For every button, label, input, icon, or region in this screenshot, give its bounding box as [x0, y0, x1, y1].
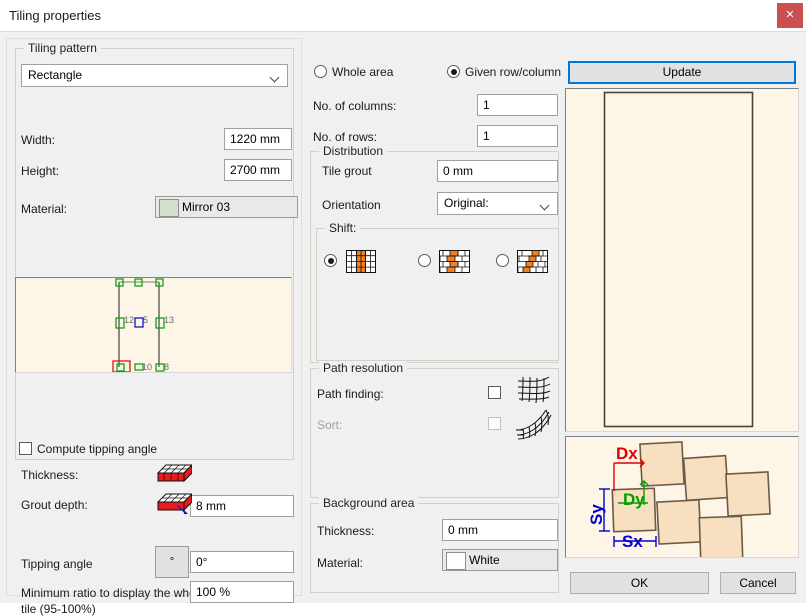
grout-depth-label: Grout depth: [21, 498, 88, 512]
title-bar: Tiling properties ✕ [0, 0, 806, 32]
sort-label: Sort: [317, 418, 343, 432]
tiling-pattern-select[interactable]: Rectangle [21, 64, 288, 87]
given-row-column-radio[interactable] [447, 65, 460, 78]
grid-pattern-icon[interactable] [346, 250, 376, 273]
window-title: Tiling properties [9, 8, 102, 23]
svg-text:8: 8 [164, 362, 169, 372]
svg-text:5: 5 [143, 315, 148, 325]
grout-depth-icon [150, 492, 192, 516]
offset-diagram-graphic: Dx Dy Sy Sx [566, 437, 798, 557]
orientation-value: Original: [444, 196, 489, 210]
material-label: Material: [21, 202, 68, 216]
tile-grout-input[interactable]: 0 mm [437, 160, 558, 182]
svg-text:13: 13 [164, 315, 174, 325]
tiling-pattern-group-label: Tiling pattern [24, 41, 101, 55]
background-material-picker[interactable]: White [442, 549, 558, 571]
material-picker[interactable]: Mirror 03 [155, 196, 298, 218]
tipping-angle-input[interactable]: 0° [190, 551, 294, 573]
cancel-button[interactable]: Cancel [720, 572, 796, 594]
min-ratio-label-line2: tile (95-100%) [21, 602, 96, 616]
columns-input[interactable]: 1 [477, 94, 558, 116]
svg-text:10: 10 [142, 362, 152, 372]
pattern-preview[interactable]: 12 5 13 10 8 [15, 277, 292, 373]
rows-input[interactable]: 1 [477, 125, 558, 147]
ok-button[interactable]: OK [570, 572, 709, 594]
tiling-properties-dialog: Tiling properties ✕ Tiling pattern Recta… [0, 0, 806, 616]
sort-checkbox[interactable] [488, 417, 501, 430]
whole-area-label: Whole area [332, 65, 394, 79]
tiling-pattern-group: Tiling pattern [15, 41, 294, 460]
background-area-group: Background area [310, 496, 559, 593]
degree-icon-button[interactable]: ° [155, 546, 189, 578]
middle-panel: Whole area Given row/column No. of colum… [306, 38, 562, 596]
svg-text:Sx: Sx [622, 532, 643, 551]
running-bond-pattern-icon[interactable] [439, 250, 470, 273]
compute-tipping-angle-label: Compute tipping angle [37, 442, 158, 456]
offset-diagram[interactable]: Dx Dy Sy Sx [565, 436, 799, 558]
orientation-label: Orientation [322, 198, 381, 212]
width-input[interactable]: 1220 mm [224, 128, 292, 150]
material-value: Mirror 03 [182, 200, 231, 214]
background-thickness-input[interactable]: 0 mm [442, 519, 558, 541]
shift-option-running-bond-radio[interactable] [418, 254, 431, 267]
whole-area-radio[interactable] [314, 65, 327, 78]
path-finding-label: Path finding: [317, 387, 384, 401]
min-ratio-label-line1: Minimum ratio to display the whole [21, 586, 206, 600]
thickness-input[interactable]: 8 mm [190, 495, 294, 517]
path-finding-checkbox[interactable] [488, 386, 501, 399]
diagonal-stack-pattern-icon[interactable] [517, 250, 548, 273]
shift-option-grid-radio[interactable] [324, 254, 337, 267]
path-finding-icon [516, 375, 552, 407]
pattern-preview-graphic: 12 5 13 10 8 [16, 278, 291, 372]
degree-icon: ° [169, 556, 175, 568]
shift-group-label: Shift: [325, 221, 361, 235]
update-button[interactable]: Update [568, 61, 796, 84]
left-panel: Tiling pattern Rectangle Width: 1220 mm … [6, 38, 302, 616]
given-row-column-label: Given row/column [465, 65, 562, 79]
height-label: Height: [21, 164, 60, 178]
right-panel: Update Dx Dy Sy Sx OK Cancel [565, 38, 801, 596]
close-icon[interactable]: ✕ [777, 3, 803, 28]
tiling-pattern-value: Rectangle [28, 68, 83, 82]
tile-grout-label: Tile grout [322, 164, 372, 178]
thickness-label: Thickness: [21, 468, 79, 482]
tipping-angle-label: Tipping angle [21, 557, 93, 571]
material-swatch [159, 199, 179, 217]
svg-text:Dx: Dx [616, 444, 638, 463]
background-material-label: Material: [317, 556, 364, 570]
background-material-value: White [469, 553, 500, 567]
tile-preview-graphic [566, 89, 798, 431]
background-area-group-label: Background area [319, 496, 419, 510]
tile-preview[interactable] [565, 88, 799, 432]
distribution-group-label: Distribution [319, 144, 388, 158]
width-label: Width: [21, 133, 56, 147]
columns-label: No. of columns: [313, 99, 397, 113]
background-thickness-label: Thickness: [317, 524, 375, 538]
orientation-select[interactable]: Original: [437, 192, 558, 215]
svg-text:Dy: Dy [623, 490, 645, 509]
background-material-swatch [446, 552, 466, 570]
rows-label: No. of rows: [313, 130, 378, 144]
tile-slab-icon [150, 463, 192, 485]
chevron-down-icon [271, 74, 280, 79]
svg-text:12: 12 [124, 315, 134, 325]
shift-option-diagonal-stack-radio[interactable] [496, 254, 509, 267]
min-ratio-input[interactable]: 100 % [190, 581, 294, 603]
chevron-down-icon [541, 202, 550, 207]
shift-group: Shift: [316, 221, 559, 361]
path-resolution-group-label: Path resolution [319, 361, 408, 375]
svg-text:Sy: Sy [587, 504, 606, 525]
height-input[interactable]: 2700 mm [224, 159, 292, 181]
compute-tipping-angle-checkbox[interactable] [19, 442, 32, 455]
sort-icon [514, 406, 552, 441]
